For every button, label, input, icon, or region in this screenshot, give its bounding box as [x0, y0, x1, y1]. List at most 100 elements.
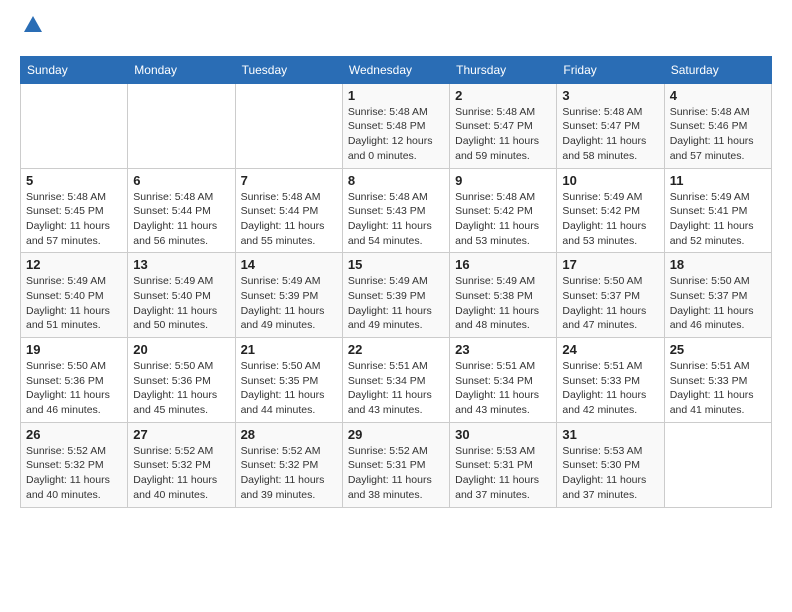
day-number: 29 [348, 427, 444, 442]
day-cell: 30Sunrise: 5:53 AM Sunset: 5:31 PM Dayli… [450, 422, 557, 507]
day-cell: 12Sunrise: 5:49 AM Sunset: 5:40 PM Dayli… [21, 253, 128, 338]
day-info: Sunrise: 5:51 AM Sunset: 5:34 PM Dayligh… [348, 359, 444, 418]
day-cell: 28 Sunrise: 5:52 AM Sunset: 5:32 PM Dayli… [235, 422, 342, 507]
day-number: 28 [241, 427, 337, 442]
day-number: 10 [562, 173, 658, 188]
day-cell: 7Sunrise: 5:48 AM Sunset: 5:44 PM Daylig… [235, 168, 342, 253]
day-info: Sunrise: 5:48 AM Sunset: 5:47 PM Dayligh… [455, 105, 551, 164]
day-cell: 2 Sunrise: 5:48 AM Sunset: 5:47 PM Daylig… [450, 83, 557, 168]
day-number: 8 [348, 173, 444, 188]
day-info: Sunrise: 5:48 AM Sunset: 5:45 PM Dayligh… [26, 190, 122, 249]
week-row-3: 12Sunrise: 5:49 AM Sunset: 5:40 PM Dayli… [21, 253, 772, 338]
day-number: 16 [455, 257, 551, 272]
day-cell: 6 Sunrise: 5:48 AM Sunset: 5:44 PM Daylig… [128, 168, 235, 253]
day-cell: 15Sunrise: 5:49 AM Sunset: 5:39 PM Dayli… [342, 253, 449, 338]
day-info: Sunrise: 5:52 AM Sunset: 5:32 PM Dayligh… [133, 444, 229, 503]
day-number: 2 [455, 88, 551, 103]
day-info: Sunrise: 5:50 AM Sunset: 5:35 PM Dayligh… [241, 359, 337, 418]
day-number: 31 [562, 427, 658, 442]
day-info: Sunrise: 5:51 AM Sunset: 5:33 PM Dayligh… [562, 359, 658, 418]
day-number: 11 [670, 173, 766, 188]
day-cell: 25 Sunrise: 5:51 AM Sunset: 5:33 PM Dayli… [664, 338, 771, 423]
day-info: Sunrise: 5:53 AM Sunset: 5:31 PM Dayligh… [455, 444, 551, 503]
day-number: 22 [348, 342, 444, 357]
logo [20, 20, 44, 40]
day-cell: 31 Sunrise: 5:53 AM Sunset: 5:30 PM Dayli… [557, 422, 664, 507]
day-cell: 24 Sunrise: 5:51 AM Sunset: 5:33 PM Dayli… [557, 338, 664, 423]
day-number: 3 [562, 88, 658, 103]
day-info: Sunrise: 5:49 AM Sunset: 5:38 PM Dayligh… [455, 274, 551, 333]
day-info: Sunrise: 5:51 AM Sunset: 5:34 PM Dayligh… [455, 359, 551, 418]
day-info: Sunrise: 5:50 AM Sunset: 5:36 PM Dayligh… [26, 359, 122, 418]
day-cell: 5 Sunrise: 5:48 AM Sunset: 5:45 PM Daylig… [21, 168, 128, 253]
weekday-header-wednesday: Wednesday [342, 56, 449, 83]
day-info: Sunrise: 5:48 AM Sunset: 5:42 PM Dayligh… [455, 190, 551, 249]
day-info: Sunrise: 5:48 AM Sunset: 5:46 PM Dayligh… [670, 105, 766, 164]
day-number: 5 [26, 173, 122, 188]
week-row-2: 5 Sunrise: 5:48 AM Sunset: 5:45 PM Daylig… [21, 168, 772, 253]
weekday-header-saturday: Saturday [664, 56, 771, 83]
day-number: 24 [562, 342, 658, 357]
day-info: Sunrise: 5:49 AM Sunset: 5:41 PM Dayligh… [670, 190, 766, 249]
day-cell: 21 Sunrise: 5:50 AM Sunset: 5:35 PM Dayli… [235, 338, 342, 423]
day-number: 21 [241, 342, 337, 357]
day-info: Sunrise: 5:49 AM Sunset: 5:42 PM Dayligh… [562, 190, 658, 249]
day-cell: 23 Sunrise: 5:51 AM Sunset: 5:34 PM Dayli… [450, 338, 557, 423]
day-cell: 20 Sunrise: 5:50 AM Sunset: 5:36 PM Dayli… [128, 338, 235, 423]
day-info: Sunrise: 5:52 AM Sunset: 5:32 PM Dayligh… [241, 444, 337, 503]
day-cell [21, 83, 128, 168]
day-info: Sunrise: 5:50 AM Sunset: 5:36 PM Dayligh… [133, 359, 229, 418]
day-info: Sunrise: 5:53 AM Sunset: 5:30 PM Dayligh… [562, 444, 658, 503]
day-info: Sunrise: 5:49 AM Sunset: 5:39 PM Dayligh… [348, 274, 444, 333]
day-info: Sunrise: 5:52 AM Sunset: 5:32 PM Dayligh… [26, 444, 122, 503]
week-row-4: 19 Sunrise: 5:50 AM Sunset: 5:36 PM Dayli… [21, 338, 772, 423]
day-cell: 11 Sunrise: 5:49 AM Sunset: 5:41 PM Dayli… [664, 168, 771, 253]
day-info: Sunrise: 5:50 AM Sunset: 5:37 PM Dayligh… [562, 274, 658, 333]
day-number: 19 [26, 342, 122, 357]
week-row-5: 26 Sunrise: 5:52 AM Sunset: 5:32 PM Dayli… [21, 422, 772, 507]
day-cell: 18 Sunrise: 5:50 AM Sunset: 5:37 PM Dayli… [664, 253, 771, 338]
day-cell: 3 Sunrise: 5:48 AM Sunset: 5:47 PM Daylig… [557, 83, 664, 168]
day-info: Sunrise: 5:48 AM Sunset: 5:48 PM Dayligh… [348, 105, 444, 164]
calendar: SundayMondayTuesdayWednesdayThursdayFrid… [20, 56, 772, 508]
day-cell: 1 Sunrise: 5:48 AM Sunset: 5:48 PM Daylig… [342, 83, 449, 168]
day-number: 4 [670, 88, 766, 103]
day-info: Sunrise: 5:50 AM Sunset: 5:37 PM Dayligh… [670, 274, 766, 333]
day-number: 18 [670, 257, 766, 272]
day-cell: 8Sunrise: 5:48 AM Sunset: 5:43 PM Daylig… [342, 168, 449, 253]
weekday-header-thursday: Thursday [450, 56, 557, 83]
day-info: Sunrise: 5:48 AM Sunset: 5:47 PM Dayligh… [562, 105, 658, 164]
day-info: Sunrise: 5:48 AM Sunset: 5:44 PM Dayligh… [133, 190, 229, 249]
weekday-header-sunday: Sunday [21, 56, 128, 83]
day-cell: 22 Sunrise: 5:51 AM Sunset: 5:34 PM Dayli… [342, 338, 449, 423]
day-number: 23 [455, 342, 551, 357]
day-number: 6 [133, 173, 229, 188]
day-info: Sunrise: 5:51 AM Sunset: 5:33 PM Dayligh… [670, 359, 766, 418]
day-number: 17 [562, 257, 658, 272]
logo-icon [22, 14, 44, 36]
day-info: Sunrise: 5:52 AM Sunset: 5:31 PM Dayligh… [348, 444, 444, 503]
day-number: 1 [348, 88, 444, 103]
header [20, 20, 772, 40]
day-number: 27 [133, 427, 229, 442]
weekday-header-tuesday: Tuesday [235, 56, 342, 83]
day-cell: 29 Sunrise: 5:52 AM Sunset: 5:31 PM Dayli… [342, 422, 449, 507]
day-number: 26 [26, 427, 122, 442]
day-cell [235, 83, 342, 168]
day-cell: 4 Sunrise: 5:48 AM Sunset: 5:46 PM Daylig… [664, 83, 771, 168]
day-cell: 9 Sunrise: 5:48 AM Sunset: 5:42 PM Daylig… [450, 168, 557, 253]
day-cell: 17 Sunrise: 5:50 AM Sunset: 5:37 PM Dayli… [557, 253, 664, 338]
day-cell [664, 422, 771, 507]
weekday-header-friday: Friday [557, 56, 664, 83]
day-number: 13 [133, 257, 229, 272]
day-cell: 10 Sunrise: 5:49 AM Sunset: 5:42 PM Dayli… [557, 168, 664, 253]
week-row-1: 1 Sunrise: 5:48 AM Sunset: 5:48 PM Daylig… [21, 83, 772, 168]
weekday-header-monday: Monday [128, 56, 235, 83]
day-number: 25 [670, 342, 766, 357]
day-cell: 16 Sunrise: 5:49 AM Sunset: 5:38 PM Dayli… [450, 253, 557, 338]
day-info: Sunrise: 5:49 AM Sunset: 5:39 PM Dayligh… [241, 274, 337, 333]
day-info: Sunrise: 5:48 AM Sunset: 5:44 PM Dayligh… [241, 190, 337, 249]
day-number: 9 [455, 173, 551, 188]
day-cell: 26 Sunrise: 5:52 AM Sunset: 5:32 PM Dayli… [21, 422, 128, 507]
day-number: 20 [133, 342, 229, 357]
